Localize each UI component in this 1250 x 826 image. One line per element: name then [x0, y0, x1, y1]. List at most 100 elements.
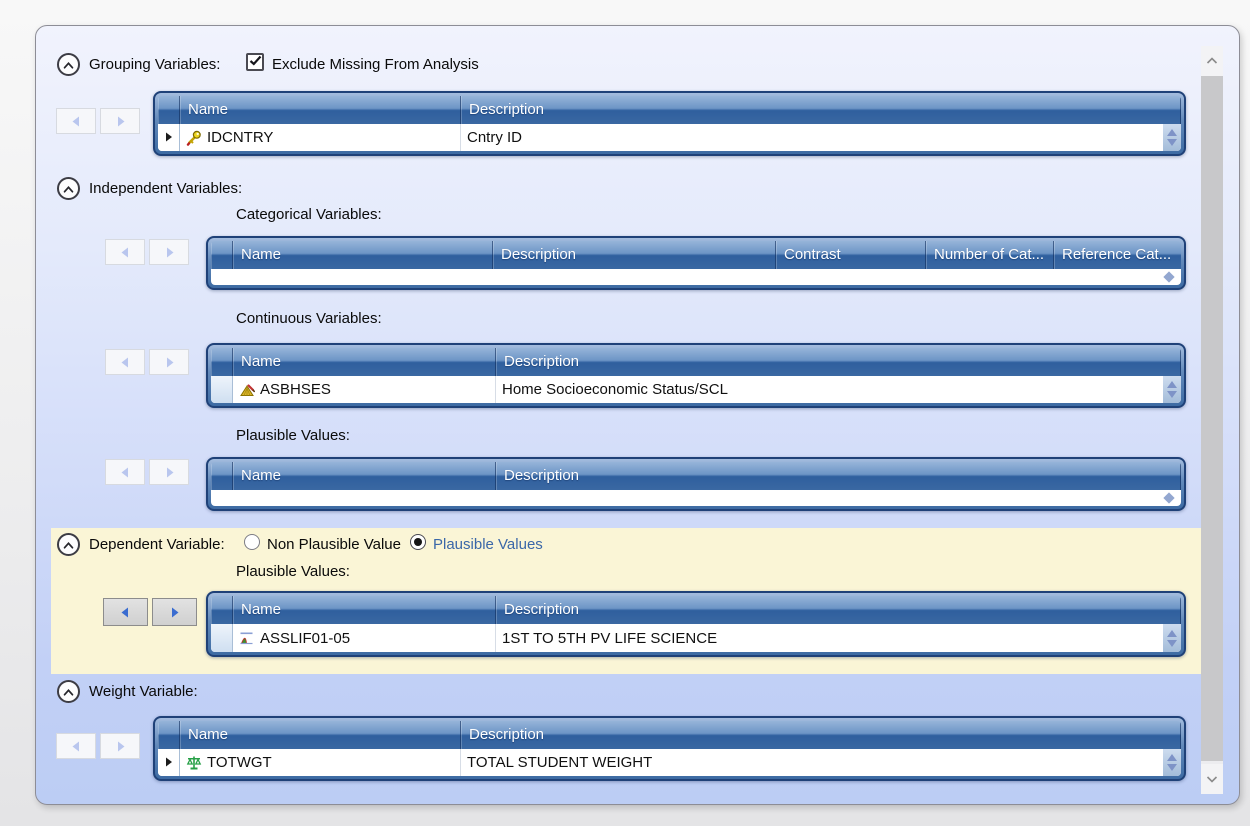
row-selector-cell[interactable] — [211, 376, 233, 403]
grid-scrollbar[interactable] — [1163, 624, 1181, 652]
row-selector-header — [158, 721, 180, 749]
arrow-right-icon — [172, 607, 179, 617]
panel-scrollbar[interactable] — [1201, 46, 1223, 794]
scroll-up-icon — [1166, 380, 1178, 389]
table-row[interactable]: ASBHSES Home Socioeconomic Status/SCL — [211, 376, 1181, 403]
column-header-name[interactable]: Name — [233, 241, 493, 269]
row-selector-cell[interactable] — [158, 124, 180, 151]
independent-pv-move-left-button[interactable] — [105, 459, 145, 485]
variable-name-cell: TOTWGT — [180, 749, 461, 776]
empty-grid-row[interactable] — [211, 490, 1181, 506]
row-selector-header — [211, 241, 233, 269]
chevron-up-icon — [63, 536, 74, 554]
column-header-description[interactable]: Description — [493, 241, 776, 269]
arrow-right-icon — [167, 357, 174, 367]
variable-description: 1ST TO 5TH PV LIFE SCIENCE — [502, 630, 717, 647]
variable-description-cell: Home Socioeconomic Status/SCL — [496, 376, 1163, 403]
weight-section-label: Weight Variable: — [89, 682, 198, 702]
exclude-missing-checkbox[interactable] — [246, 53, 264, 71]
variable-description: Cntry ID — [467, 129, 522, 146]
row-selector-cell[interactable] — [211, 624, 233, 652]
plausible-values-radio[interactable] — [410, 534, 426, 550]
column-header-description[interactable]: Description — [496, 348, 1181, 376]
grouping-collapse-button[interactable] — [57, 53, 80, 76]
column-header-number-of-categories[interactable]: Number of Cat... — [926, 241, 1054, 269]
continuous-move-right-button[interactable] — [149, 349, 189, 375]
grid-scrollbar[interactable] — [1163, 749, 1181, 776]
column-header-description[interactable]: Description — [496, 462, 1181, 490]
column-header-reference-category[interactable]: Reference Cat... — [1054, 241, 1181, 269]
chevron-up-icon — [63, 180, 74, 198]
column-header-name[interactable]: Name — [233, 596, 496, 624]
continuous-move-left-button[interactable] — [105, 349, 145, 375]
scrollbar-thumb[interactable] — [1201, 76, 1223, 761]
scroll-down-icon — [1166, 763, 1178, 772]
dependent-plausible-values-label: Plausible Values: — [236, 562, 350, 582]
weight-move-right-button[interactable] — [100, 733, 140, 759]
grid-scrollbar[interactable] — [1163, 124, 1181, 151]
scroll-up-icon — [1166, 629, 1178, 638]
checkmark-icon — [249, 53, 262, 71]
column-header-description[interactable]: Description — [496, 596, 1181, 624]
arrow-left-icon — [72, 741, 79, 751]
chevron-up-icon — [63, 683, 74, 701]
row-selector-header — [158, 96, 180, 124]
column-header-name[interactable]: Name — [180, 96, 461, 124]
scrollbar-down-button[interactable] — [1201, 764, 1223, 794]
grouping-variables-grid: Name Description IDCNTRY Cntry ID — [153, 91, 1186, 156]
categorical-move-left-button[interactable] — [105, 239, 145, 265]
variable-description: TOTAL STUDENT WEIGHT — [467, 754, 652, 771]
row-marker-icon — [165, 129, 173, 147]
grouping-nav-buttons — [56, 108, 140, 134]
table-row[interactable]: ASSLIF01-05 1ST TO 5TH PV LIFE SCIENCE — [211, 624, 1181, 652]
variable-description: Home Socioeconomic Status/SCL — [502, 381, 728, 398]
empty-grid-row[interactable] — [211, 269, 1181, 285]
continuous-nav-buttons — [105, 349, 189, 375]
dependent-section-label: Dependent Variable: — [89, 535, 225, 555]
table-row[interactable]: TOTWGT TOTAL STUDENT WEIGHT — [158, 749, 1181, 776]
row-selector-header — [211, 596, 233, 624]
non-plausible-value-label: Non Plausible Value — [267, 535, 401, 555]
independent-pv-move-right-button[interactable] — [149, 459, 189, 485]
dependent-pv-move-left-button[interactable] — [103, 598, 148, 626]
chevron-down-icon — [1206, 775, 1218, 783]
categorical-nav-buttons — [105, 239, 189, 265]
continuous-grid-header: Name Description — [211, 348, 1181, 376]
weight-collapse-button[interactable] — [57, 680, 80, 703]
column-header-name[interactable]: Name — [233, 348, 496, 376]
column-header-name[interactable]: Name — [180, 721, 461, 749]
categorical-move-right-button[interactable] — [149, 239, 189, 265]
dependent-collapse-button[interactable] — [57, 533, 80, 556]
scroll-up-icon — [1166, 128, 1178, 137]
arrow-left-icon — [121, 247, 128, 257]
categorical-grid-header: Name Description Contrast Number of Cat.… — [211, 241, 1181, 269]
weight-variable-grid: Name Description TOTWGT TOTAL STUDENT WE… — [153, 716, 1186, 781]
variable-name-cell: ASSLIF01-05 — [233, 624, 496, 652]
dependent-pv-nav-buttons — [103, 598, 197, 626]
variable-description-cell: Cntry ID — [461, 124, 1163, 151]
scrollbar-up-button[interactable] — [1201, 46, 1223, 76]
grouping-move-right-button[interactable] — [100, 108, 140, 134]
dependent-pv-move-right-button[interactable] — [152, 598, 197, 626]
exclude-missing-label: Exclude Missing From Analysis — [272, 55, 479, 75]
arrow-left-icon — [121, 467, 128, 477]
column-header-description[interactable]: Description — [461, 96, 1181, 124]
arrow-left-icon — [122, 607, 129, 617]
arrow-right-icon — [167, 467, 174, 477]
column-header-contrast[interactable]: Contrast — [776, 241, 926, 269]
non-plausible-value-radio[interactable] — [244, 534, 260, 550]
column-header-description[interactable]: Description — [461, 721, 1181, 749]
column-header-name[interactable]: Name — [233, 462, 496, 490]
grouping-grid-header: Name Description — [158, 96, 1181, 124]
analysis-variables-panel: Grouping Variables: Exclude Missing From… — [35, 25, 1240, 805]
row-selector-header — [211, 462, 233, 490]
grouping-move-left-button[interactable] — [56, 108, 96, 134]
scales-icon — [186, 755, 202, 771]
independent-collapse-button[interactable] — [57, 177, 80, 200]
variable-description-cell: 1ST TO 5TH PV LIFE SCIENCE — [496, 624, 1163, 652]
variable-name: ASBHSES — [260, 381, 331, 398]
grid-scrollbar[interactable] — [1163, 376, 1181, 403]
weight-move-left-button[interactable] — [56, 733, 96, 759]
table-row[interactable]: IDCNTRY Cntry ID — [158, 124, 1181, 151]
row-selector-cell[interactable] — [158, 749, 180, 776]
